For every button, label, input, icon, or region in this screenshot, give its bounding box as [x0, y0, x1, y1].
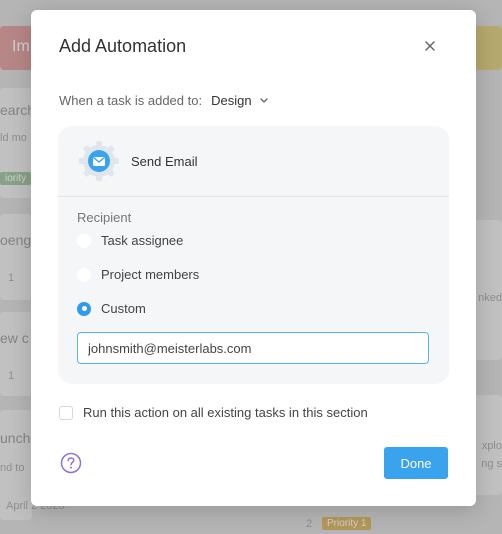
help-button[interactable] — [60, 452, 82, 474]
radio-custom[interactable]: Custom — [77, 301, 146, 316]
close-icon — [425, 41, 435, 51]
recipient-label: Recipient — [77, 210, 132, 225]
action-title: Send Email — [131, 153, 198, 169]
radio-button-checked[interactable] — [77, 301, 91, 316]
question-circle-icon — [60, 452, 82, 474]
action-panel: Send Email Recipient Task assignee Proje… — [58, 126, 449, 384]
close-button[interactable] — [420, 36, 440, 56]
radio-button[interactable] — [77, 233, 91, 248]
add-automation-dialog: Add Automation When a task is added to: … — [31, 10, 476, 506]
radio-label: Project members — [101, 267, 200, 282]
trigger-prefix: When a task is added to: — [59, 93, 203, 108]
done-button[interactable]: Done — [384, 447, 448, 479]
dialog-title: Add Automation — [59, 36, 187, 56]
panel-divider — [58, 196, 449, 197]
section-dropdown[interactable]: Design — [211, 93, 268, 108]
send-email-icon — [79, 141, 119, 181]
custom-email-input[interactable] — [77, 332, 429, 364]
radio-task-assignee[interactable]: Task assignee — [77, 233, 183, 248]
section-dropdown-value: Design — [211, 93, 252, 108]
existing-tasks-checkbox[interactable] — [59, 405, 73, 420]
existing-tasks-label: Run this action on all existing tasks in… — [83, 405, 368, 420]
radio-button[interactable] — [77, 267, 91, 282]
chevron-down-icon — [259, 98, 268, 103]
radio-label: Custom — [101, 301, 146, 316]
action-header: Send Email — [77, 139, 197, 183]
radio-label: Task assignee — [101, 233, 184, 248]
existing-tasks-option[interactable]: Run this action on all existing tasks in… — [59, 405, 368, 420]
trigger-row: When a task is added to: Design — [59, 93, 268, 108]
radio-project-members[interactable]: Project members — [77, 267, 199, 282]
